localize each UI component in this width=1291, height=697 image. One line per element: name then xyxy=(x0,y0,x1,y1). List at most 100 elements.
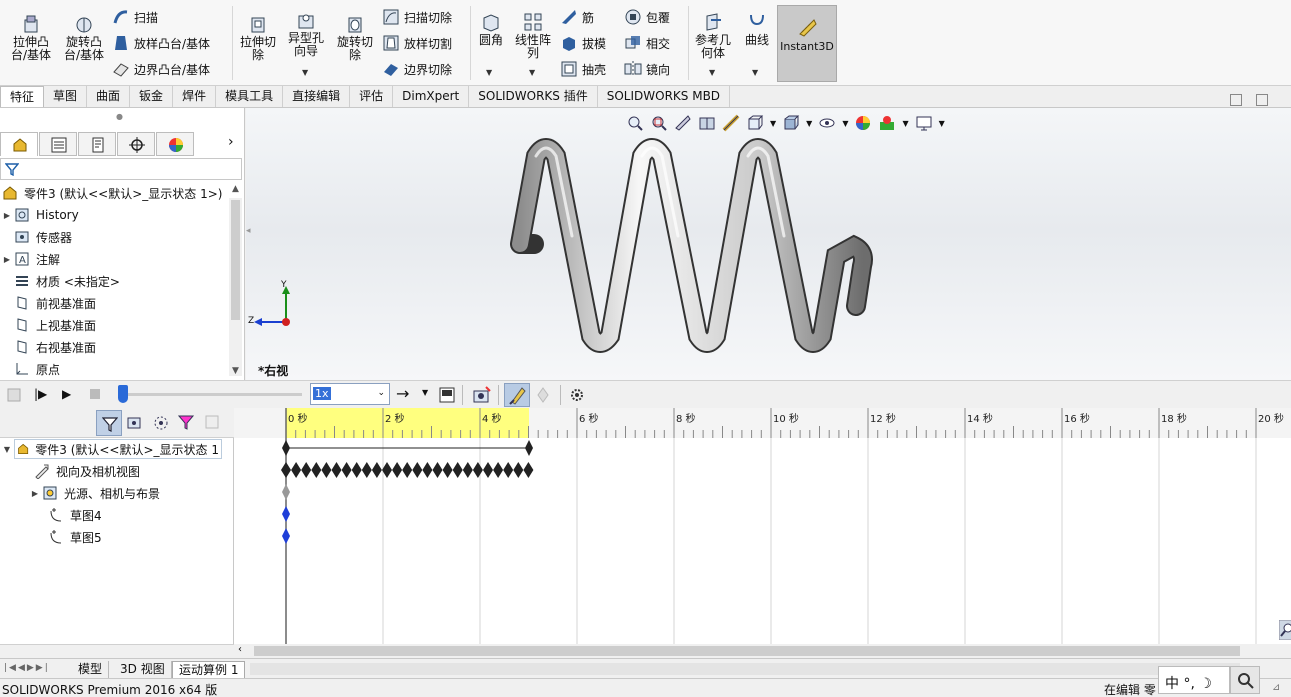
revolve-cut-button[interactable]: 旋转切 除 xyxy=(332,14,378,62)
timeline-key-sketch5[interactable] xyxy=(282,528,290,544)
view-settings-icon[interactable] xyxy=(915,114,933,132)
filter-driving-icon[interactable] xyxy=(126,414,146,432)
zoom-to-area-icon[interactable] xyxy=(650,114,668,132)
view-settings-dropdown-icon[interactable]: ▼ xyxy=(939,119,945,128)
apply-scene-dropdown-icon[interactable]: ▼ xyxy=(902,119,908,128)
draft-button[interactable]: 拔模 xyxy=(560,32,606,54)
linear-pattern-dropdown-icon[interactable]: ▼ xyxy=(529,68,535,77)
tab-weldments[interactable]: 焊件 xyxy=(173,86,217,107)
timeline-key[interactable] xyxy=(513,462,524,478)
edit-appearance-icon[interactable] xyxy=(854,114,872,132)
shell-button[interactable]: 抽壳 xyxy=(560,58,606,80)
tree-filter-bar[interactable] xyxy=(0,158,242,180)
tab-display-manager[interactable] xyxy=(156,132,194,156)
motion-tree-hscroll[interactable] xyxy=(0,644,234,658)
curves-dropdown-icon[interactable]: ▼ xyxy=(752,68,758,77)
hole-wizard-dropdown-icon[interactable]: ▼ xyxy=(302,68,308,77)
tree-scrollbar-thumb[interactable] xyxy=(231,200,240,320)
tree-scroll-up-icon[interactable]: ▲ xyxy=(232,184,239,194)
revolve-boss-button[interactable]: 旋转凸 台/基体 xyxy=(60,14,108,62)
panel-grip-icon[interactable]: ● xyxy=(116,112,123,121)
timeline-key[interactable] xyxy=(472,462,483,478)
linear-pattern-button[interactable]: 线性阵 列 xyxy=(510,12,556,60)
hide-show-dropdown-icon[interactable]: ▼ xyxy=(842,119,848,128)
timeline-key[interactable] xyxy=(462,462,473,478)
loft-boss-button[interactable]: 放样凸台/基体 xyxy=(112,32,210,54)
stop-icon[interactable] xyxy=(90,389,100,399)
timeline-key[interactable] xyxy=(311,462,322,478)
boundary-boss-button[interactable]: 边界凸台/基体 xyxy=(112,58,210,80)
save-animation-icon[interactable] xyxy=(438,386,456,404)
tree-item-annotations[interactable]: ▶ A 注解 xyxy=(0,248,60,270)
hide-show-items-icon[interactable] xyxy=(818,114,836,132)
boundary-cut-button[interactable]: 边界切除 xyxy=(382,58,452,80)
timeline-key-end[interactable] xyxy=(525,440,533,456)
extrude-boss-button[interactable]: 拉伸凸 台/基体 xyxy=(8,14,54,62)
playback-speed-select[interactable]: 1x ⌄ xyxy=(310,383,390,405)
timeline-zoom-icon[interactable] xyxy=(1279,620,1291,640)
tab-sketch[interactable]: 草图 xyxy=(44,86,88,107)
fillet-button[interactable]: 圆角 xyxy=(474,12,508,47)
motion-timeline[interactable]: 0 秒2 秒4 秒6 秒8 秒 10 秒 12 秒 14 秒 16 秒 18 秒 20 秒 … xyxy=(234,408,1291,658)
timeline-key[interactable] xyxy=(361,462,372,478)
previous-view-icon[interactable] xyxy=(674,114,692,132)
timeline-key[interactable] xyxy=(523,462,534,478)
display-style-dropdown-icon[interactable]: ▼ xyxy=(806,119,812,128)
tab-dimxpert-manager[interactable] xyxy=(117,132,155,156)
timeline-key[interactable] xyxy=(301,462,312,478)
tree-item-history[interactable]: ▶ History xyxy=(0,204,79,226)
tab-feature-manager[interactable] xyxy=(0,132,38,156)
fillet-dropdown-icon[interactable]: ▼ xyxy=(486,68,492,77)
tab-dimxpert[interactable]: DimXpert xyxy=(393,86,470,107)
view-orientation-dropdown-icon[interactable]: ▼ xyxy=(770,119,776,128)
expand-icon[interactable]: ▶ xyxy=(28,489,42,498)
timeline-key[interactable] xyxy=(503,462,514,478)
motion-tree-orientation-camera[interactable]: 视向及相机视图 xyxy=(34,460,140,482)
section-view-icon[interactable] xyxy=(698,114,716,132)
tree-scroll-down-icon[interactable]: ▼ xyxy=(232,366,239,376)
playback-slider-thumb[interactable] xyxy=(118,385,128,403)
tree-root-part[interactable]: 零件3 (默认<<默认>_显示状态 1>) xyxy=(2,182,222,204)
tab-mold-tools[interactable]: 模具工具 xyxy=(216,86,284,107)
tab-configuration-manager[interactable] xyxy=(78,132,116,156)
window-tile-right-icon[interactable] xyxy=(1256,94,1268,106)
tree-scrollbar[interactable] xyxy=(229,198,242,376)
curves-button[interactable]: 曲线 xyxy=(740,12,774,47)
tab-scroll-arrows-icon[interactable]: |◀◀▶▶| xyxy=(4,663,50,673)
motion-tree-sketch5[interactable]: 草图5 xyxy=(48,526,102,548)
extrude-cut-button[interactable]: 拉伸切 除 xyxy=(236,14,280,62)
panel-collapse-grip-icon[interactable]: ◂ xyxy=(246,226,251,236)
tree-item-front-plane[interactable]: 前视基准面 xyxy=(0,292,96,314)
loft-cut-button[interactable]: 放样切割 xyxy=(382,32,452,54)
filter-selected-icon[interactable] xyxy=(152,414,172,432)
timeline-key[interactable] xyxy=(392,462,403,478)
motion-tree-root-part[interactable]: ▼ 零件3 (默认<<默认>_显示状态 1 xyxy=(0,438,222,460)
timeline-key[interactable] xyxy=(371,462,382,478)
search-button[interactable] xyxy=(1230,666,1260,694)
spring-model[interactable] xyxy=(506,136,906,356)
tab-direct-editing[interactable]: 直接编辑 xyxy=(283,86,351,107)
zoom-to-fit-icon[interactable] xyxy=(626,114,644,132)
timeline-key[interactable] xyxy=(402,462,413,478)
instant3d-button[interactable]: Instant3D xyxy=(777,5,837,82)
timeline-key[interactable] xyxy=(483,462,493,478)
reference-geometry-dropdown-icon[interactable]: ▼ xyxy=(709,68,715,77)
timeline-key[interactable] xyxy=(452,462,463,478)
tab-motion-study-1[interactable]: 运动算例 1 xyxy=(172,661,246,678)
timeline-scroll-left-icon[interactable]: ‹ xyxy=(238,644,242,655)
tree-item-origin[interactable]: 原点 xyxy=(0,358,60,380)
reference-geometry-button[interactable]: 参考几 何体 xyxy=(692,12,734,60)
dynamic-annotation-view-icon[interactable] xyxy=(722,114,740,132)
tree-item-top-plane[interactable]: 上视基准面 xyxy=(0,314,96,336)
collapse-tree-icon[interactable] xyxy=(204,414,224,432)
tree-item-sensors[interactable]: 传感器 xyxy=(0,226,72,248)
tab-surfaces[interactable]: 曲面 xyxy=(87,86,131,107)
rib-button[interactable]: 筋 xyxy=(560,6,594,28)
tab-features[interactable]: 特征 xyxy=(0,86,45,107)
tree-item-material[interactable]: 材质 <未指定> xyxy=(0,270,120,292)
view-orientation-icon[interactable] xyxy=(746,114,764,132)
play-icon[interactable]: ▶ xyxy=(62,387,71,401)
timeline-key[interactable] xyxy=(493,462,504,478)
play-from-start-icon[interactable]: |▶ xyxy=(34,387,47,401)
panel-tabs-scroll-right-icon[interactable]: › xyxy=(228,134,234,150)
